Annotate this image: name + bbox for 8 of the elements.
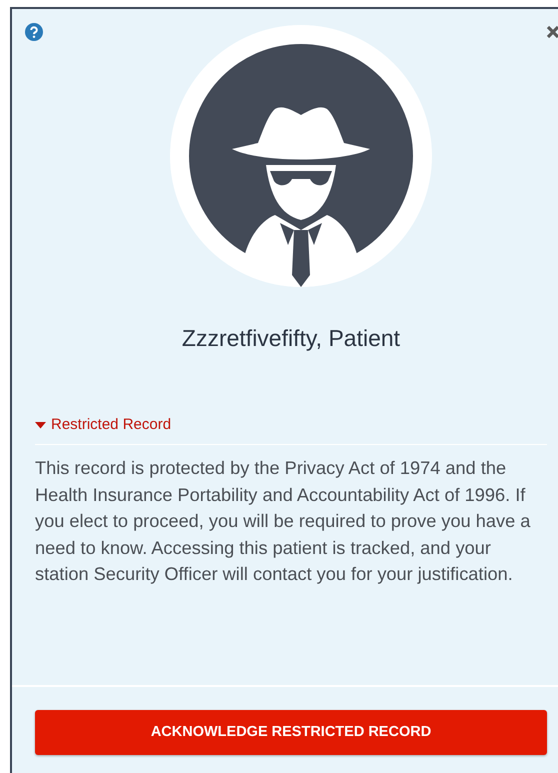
restriction-notice: This record is protected by the Privacy Act of 1974 and the Health Insurance Portability and Accountability Act of 1996. If you elect to proceed, you will be required to prove you have a need to know. Accessing this patient is tracked, and your station Security Officer will contact you for your justification. <box>35 457 532 586</box>
patient-name: Zzzretfivefifty, Patient <box>182 325 400 352</box>
caret-icon <box>35 420 46 428</box>
close-icon[interactable] <box>546 25 558 39</box>
acknowledge-button[interactable]: ACKNOWLEDGE RESTRICTED RECORD <box>35 710 547 755</box>
help-icon[interactable] <box>25 23 43 41</box>
spy-avatar-icon <box>170 25 432 287</box>
section-toggle[interactable]: Restricted Record <box>35 416 172 433</box>
